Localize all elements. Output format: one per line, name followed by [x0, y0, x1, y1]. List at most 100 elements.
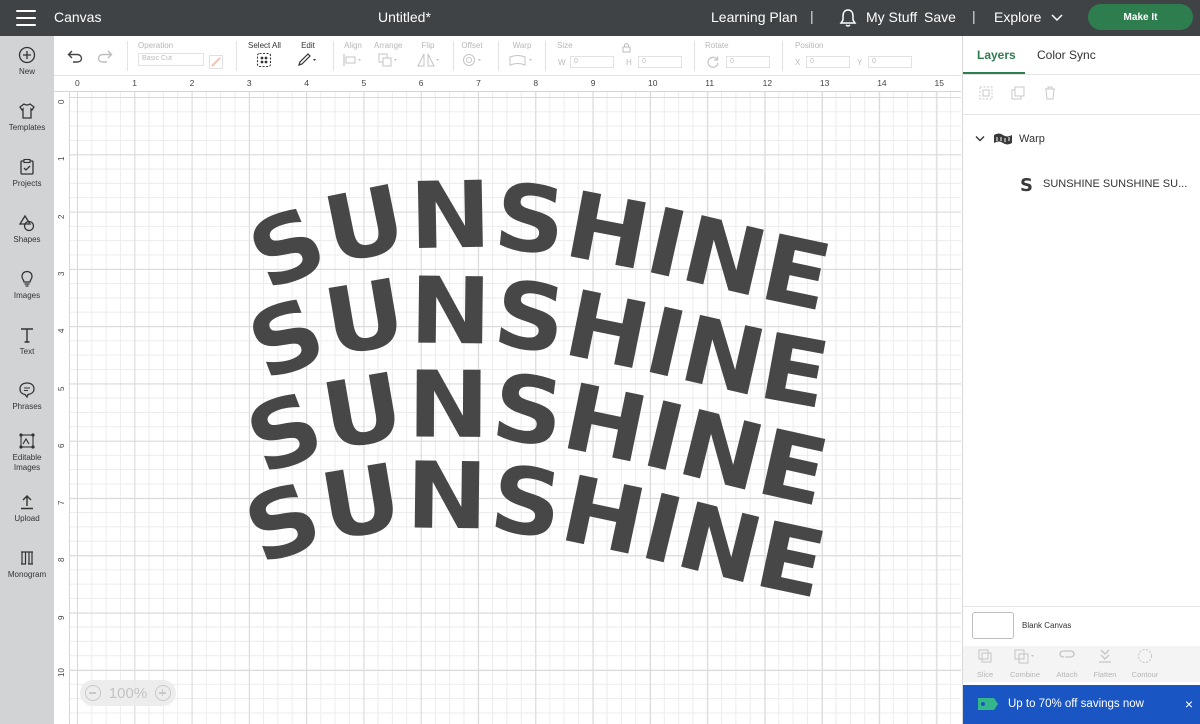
hamburger-icon[interactable] [16, 10, 36, 26]
undo-icon[interactable] [67, 49, 83, 63]
duplicate-icon[interactable] [1010, 85, 1026, 101]
ruler-tick-label: 10 [648, 78, 658, 88]
sunshine-warp-design[interactable]: SUNSHINE SUNSHINE SUNSHINE SUNSHINE [70, 92, 961, 724]
speech-bubble-icon [19, 382, 35, 399]
sidebar-item-shapes[interactable]: Shapes [0, 214, 54, 245]
flip-icon [417, 53, 439, 67]
redo-icon[interactable] [97, 49, 113, 63]
size-group: Size [557, 41, 573, 50]
rotate-group: Rotate [705, 41, 729, 50]
layer-item-sunshine[interactable]: S SUNSHINE SUNSHINE SU... [963, 169, 1200, 199]
attach-button[interactable]: Attach [1047, 648, 1087, 679]
align-button[interactable]: Align [342, 41, 364, 72]
slice-button[interactable]: Slice [965, 648, 1005, 679]
lock-icon[interactable] [622, 42, 631, 53]
sidebar-item-projects[interactable]: Projects [0, 158, 54, 189]
pen-color-icon[interactable] [209, 55, 223, 69]
rotate-input[interactable]: 0 [726, 56, 770, 68]
promo-banner[interactable]: Up to 70% off savings now × [963, 685, 1200, 724]
ruler-tick-label: 10 [57, 668, 66, 677]
sidebar-label: Projects [12, 179, 42, 188]
offset-button[interactable]: Offset [460, 41, 484, 72]
sidebar-label: Text [19, 347, 35, 356]
offset-icon [463, 54, 481, 66]
select-all-icon [257, 52, 272, 68]
blank-canvas-swatch[interactable] [972, 612, 1014, 639]
layers-panel: Layers Color Sync Warp S SUNSHINE SUNSHI… [962, 36, 1200, 724]
warp-icon [509, 55, 532, 66]
flip-button[interactable]: Flip [416, 41, 440, 72]
ruler-tick-label: 13 [819, 78, 830, 88]
operation-select[interactable]: Basic Cut [138, 53, 204, 66]
sidebar-label: Images [13, 291, 41, 300]
document-title[interactable]: Untitled* [378, 9, 431, 25]
contour-button[interactable]: Contour [1125, 648, 1165, 679]
ruler-tick-label: 4 [57, 328, 66, 334]
warp-button[interactable]: Warp [508, 41, 536, 72]
operation-label: Operation [138, 41, 174, 50]
ruler-tick-label: 2 [189, 78, 195, 88]
design-space-app: Canvas Untitled* Learning Plan | My Stuf… [0, 0, 1200, 724]
y-label: Y [857, 58, 863, 67]
bell-icon[interactable] [839, 8, 857, 28]
panel-divider [963, 74, 1200, 75]
sidebar-item-upload[interactable]: Upload [0, 493, 54, 524]
layer-group-warp[interactable]: Warp [963, 124, 1200, 154]
select-all-label: Select All [248, 41, 281, 50]
ruler-tick-label: 8 [57, 557, 66, 563]
sidebar-item-templates[interactable]: Templates [0, 102, 54, 133]
text-s-icon: S [1020, 175, 1033, 193]
explore-menu[interactable]: Explore [994, 9, 1063, 25]
ruler-tick-label: 9 [590, 78, 596, 88]
make-it-button[interactable]: Make It [1088, 4, 1193, 30]
learning-plan-link[interactable]: Learning Plan [711, 9, 797, 25]
plus-circle-icon [18, 46, 36, 64]
trash-icon[interactable] [1042, 85, 1058, 101]
sidebar-item-phrases[interactable]: Phrases [0, 381, 54, 412]
sidebar-item-new[interactable]: New [0, 46, 54, 77]
arrange-button[interactable]: Arrange [374, 41, 402, 72]
save-button[interactable]: Save [924, 9, 956, 25]
sidebar-item-images[interactable]: Images [0, 270, 54, 301]
arrange-label: Arrange [374, 41, 403, 50]
flatten-button[interactable]: Flatten [1085, 648, 1125, 679]
tab-layers[interactable]: Layers [977, 48, 1016, 62]
toolbar-divider [453, 41, 454, 71]
monogram-icon [21, 551, 33, 565]
arrange-icon [378, 53, 398, 67]
my-stuff-link[interactable]: My Stuff [866, 9, 917, 25]
promo-tag-icon [978, 698, 998, 710]
rotate-icon [707, 56, 719, 68]
sidebar-item-monogram[interactable]: Monogram [0, 549, 54, 580]
layer-name: SUNSHINE SUNSHINE SU... [1043, 178, 1188, 190]
edit-button[interactable]: Edit [297, 41, 319, 73]
chevron-down-icon [1051, 14, 1063, 22]
select-all-button[interactable]: Select All [248, 41, 281, 73]
svg-text:S: S [1020, 175, 1033, 193]
shapes-icon [18, 214, 35, 232]
height-input[interactable]: 0 [638, 56, 682, 68]
close-icon[interactable]: × [1185, 696, 1193, 712]
layer-group-name: Warp [1019, 133, 1045, 145]
zoom-out-button[interactable] [85, 685, 101, 701]
chevron-down-icon[interactable] [975, 135, 985, 143]
x-position-input[interactable]: 0 [806, 56, 850, 68]
tab-color-sync[interactable]: Color Sync [1037, 48, 1096, 62]
sidebar-label: Phrases [12, 402, 42, 411]
warp-flag-icon [994, 133, 1012, 145]
sidebar-item-editable-images[interactable]: Editable Images [0, 432, 54, 473]
upload-icon [21, 495, 33, 510]
editable-images-icon [19, 433, 35, 449]
group-icon[interactable] [978, 85, 994, 101]
top-bar: Canvas Untitled* Learning Plan | My Stuf… [0, 0, 1200, 36]
design-canvas[interactable]: SUNSHINE SUNSHINE SUNSHINE SUNSHINE [70, 92, 961, 724]
combine-button[interactable]: Combine [1005, 648, 1045, 679]
width-input[interactable]: 0 [570, 56, 614, 68]
zoom-in-button[interactable] [155, 685, 171, 701]
ruler-tick-label: 4 [304, 78, 309, 88]
position-label: Position [795, 41, 824, 50]
y-position-input[interactable]: 0 [868, 56, 912, 68]
ruler-tick-label: 15 [934, 78, 944, 88]
sidebar-item-text[interactable]: Text [0, 326, 54, 357]
operation-group: Operation Basic Cut [138, 41, 204, 66]
